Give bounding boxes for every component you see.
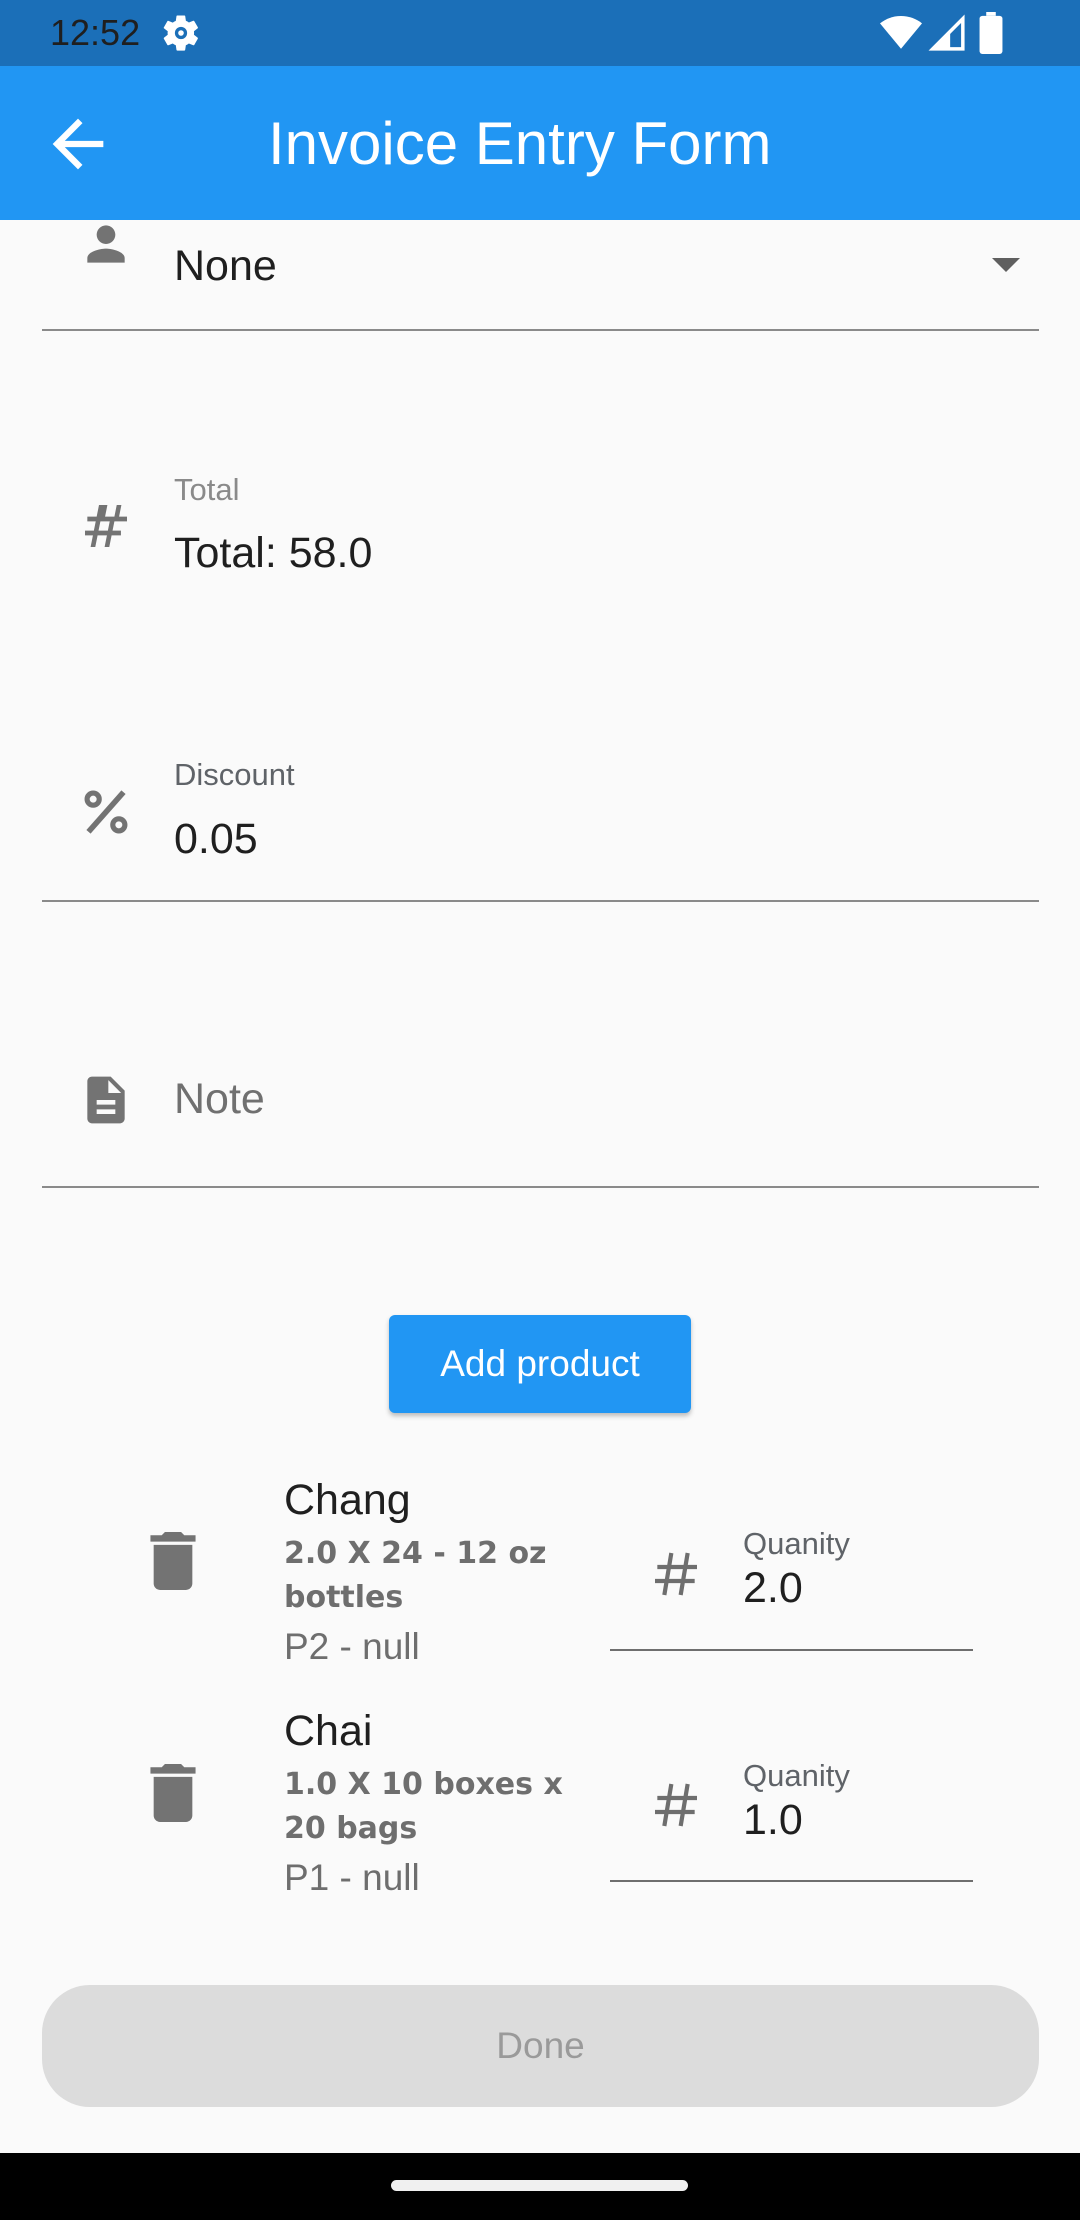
total-value: Total: 58.0 <box>174 529 373 577</box>
discount-input[interactable]: 0.05 <box>174 812 258 866</box>
discount-label: Discount <box>174 757 295 792</box>
hash-icon <box>655 1552 697 1596</box>
dropdown-arrow-icon[interactable] <box>988 254 1024 276</box>
hash-icon <box>655 1783 697 1827</box>
note-field-underline <box>42 1186 1039 1188</box>
note-input[interactable]: Note <box>174 1072 265 1126</box>
status-time: 12:52 <box>50 12 141 53</box>
quantity-input[interactable]: 2.0 <box>743 1563 803 1613</box>
customer-dropdown-value[interactable]: None <box>174 240 277 292</box>
quantity-input[interactable]: 1.0 <box>743 1795 803 1845</box>
home-gesture-handle[interactable] <box>391 2180 688 2191</box>
quantity-label: Quanity <box>743 1758 850 1793</box>
settings-gear-icon <box>163 15 198 51</box>
cell-signal-icon <box>928 14 965 51</box>
product-description: 2.0 X 24 - 12 oz bottles <box>284 1536 547 1615</box>
back-arrow-icon[interactable] <box>40 106 116 182</box>
hash-icon <box>85 505 127 547</box>
product-code: P1 - null <box>284 1857 420 1898</box>
wifi-icon <box>880 16 922 49</box>
battery-icon <box>979 12 1003 54</box>
document-icon <box>87 1076 125 1124</box>
product-code: P2 - null <box>284 1626 420 1667</box>
add-product-button[interactable]: Add product <box>389 1315 691 1413</box>
product-name: Chai <box>284 1707 373 1755</box>
trash-icon[interactable] <box>149 1532 197 1590</box>
customer-field-underline <box>42 329 1039 331</box>
trash-icon[interactable] <box>149 1764 197 1822</box>
product-name: Chang <box>284 1476 411 1524</box>
quantity-label: Quanity <box>743 1526 850 1561</box>
page-title: Invoice Entry Form <box>268 110 772 177</box>
percent-icon <box>84 790 128 834</box>
person-icon <box>87 225 125 263</box>
product-description: 1.0 X 10 boxes x 20 bags <box>284 1767 563 1846</box>
discount-field-underline <box>42 900 1039 902</box>
total-label: Total <box>174 472 240 507</box>
quantity-field-underline <box>610 1880 973 1882</box>
done-button[interactable]: Done <box>42 1985 1039 2107</box>
quantity-field-underline <box>610 1649 973 1651</box>
